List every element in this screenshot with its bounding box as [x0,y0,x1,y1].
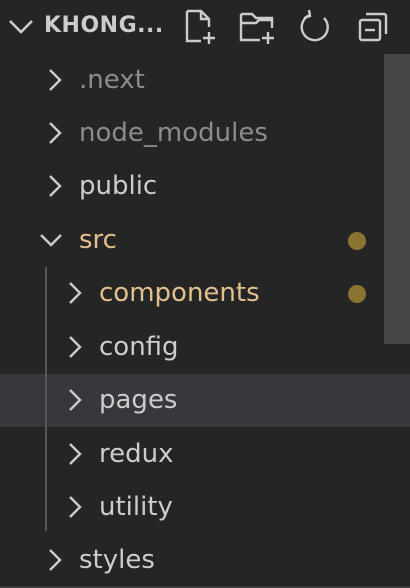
chevron-right-icon[interactable] [62,280,88,306]
modified-indicator [348,285,366,303]
chevron-right-icon[interactable] [42,67,68,93]
new-folder-icon[interactable] [236,7,280,47]
tree-item-label: utility [99,492,173,522]
tree-item-src[interactable]: src [0,214,410,267]
chevron-right-icon[interactable] [62,334,88,360]
tree-item-label: components [99,278,260,308]
tree-item-label: .next [79,65,145,95]
chevron-right-icon[interactable] [42,547,68,573]
tree-item-label: src [79,225,117,255]
chevron-right-icon[interactable] [62,441,88,467]
tree-item-redux[interactable]: redux [0,428,410,481]
chevron-down-icon[interactable] [38,227,64,253]
tree-item-next[interactable]: .next [0,54,410,107]
explorer-actions [178,7,396,47]
tree-item-label: node_modules [79,118,268,148]
explorer-header[interactable]: KHONG... [0,0,410,52]
tree-item-label: redux [99,439,174,469]
chevron-right-icon[interactable] [62,387,88,413]
tree-item-label: public [79,171,158,201]
tree-item-public[interactable]: public [0,160,410,213]
file-explorer: KHONG... .next node_modules public src c… [0,0,410,588]
tree-item-pages[interactable]: pages [0,374,410,427]
tree-item-label: pages [99,385,178,415]
chevron-right-icon[interactable] [42,173,68,199]
modified-indicator [348,232,366,250]
tree-item-node-modules[interactable]: node_modules [0,107,410,160]
vertical-scrollbar[interactable] [384,54,410,344]
chevron-right-icon[interactable] [42,120,68,146]
tree-item-config[interactable]: config [0,321,410,374]
chevron-down-icon[interactable] [6,12,36,42]
tree-item-components[interactable]: components [0,267,410,320]
explorer-folder-title[interactable]: KHONG... [44,13,164,38]
new-file-icon[interactable] [178,7,222,47]
tree-item-label: styles [79,545,155,575]
refresh-icon[interactable] [294,7,338,47]
tree-item-utility[interactable]: utility [0,481,410,534]
collapse-all-icon[interactable] [352,7,396,47]
indent-guide [45,267,47,531]
tree-item-styles[interactable]: styles [0,534,410,587]
chevron-right-icon[interactable] [62,494,88,520]
tree-item-label: config [99,332,179,362]
